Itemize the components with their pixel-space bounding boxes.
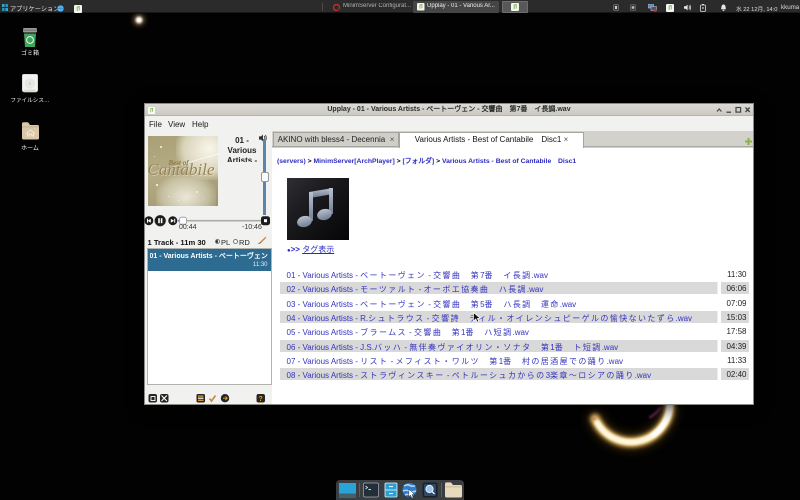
svg-text:?: ? (259, 396, 263, 403)
